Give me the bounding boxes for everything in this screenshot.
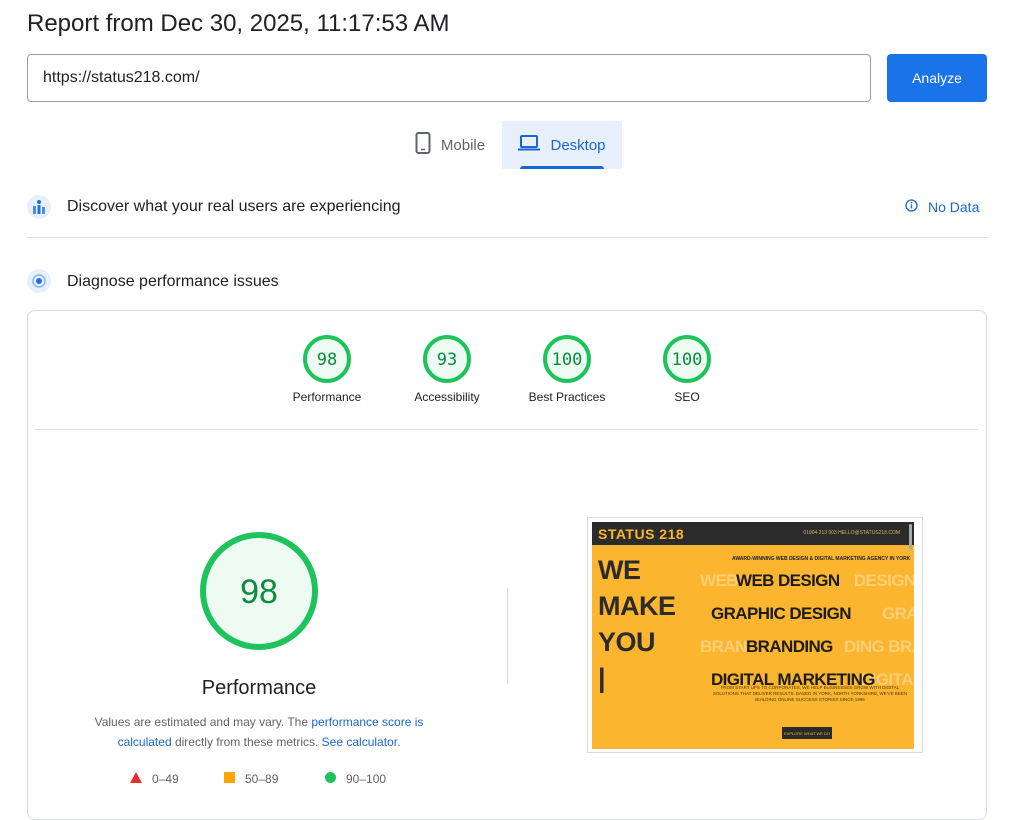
gauge-value: 100 <box>552 350 583 370</box>
gauge-seo[interactable]: 100 SEO <box>627 334 747 404</box>
diagnose-title: Diagnose performance issues <box>67 273 279 290</box>
gauges-divider <box>35 429 978 430</box>
gauge-value: 93 <box>437 350 457 370</box>
speed-target-icon <box>27 269 51 293</box>
screenshot-logo: STATUS 218 <box>598 526 685 542</box>
page-title: Report from Dec 30, 2025, 11:17:53 AM <box>27 10 450 37</box>
circle-icon <box>325 772 336 786</box>
legend-pass: 90–100 <box>325 772 386 786</box>
tab-selected-indicator <box>520 166 604 169</box>
screenshot-ghost-text: WEB <box>700 571 738 590</box>
users-chart-icon <box>27 195 51 219</box>
final-screenshot[interactable]: STATUS 218 01904 213 903 HELLO@STATUS218… <box>587 517 923 753</box>
performance-big-gauge: 98 <box>199 531 319 651</box>
no-data-link[interactable]: No Data <box>905 199 979 215</box>
screenshot-tagline: AWARD-WINNING WEB DESIGN & DIGITAL MARKE… <box>732 556 911 562</box>
vertical-divider <box>507 588 508 684</box>
no-data-label: No Data <box>928 199 980 215</box>
note-text: directly from these metrics. <box>171 735 322 749</box>
screenshot-description: FROM START UPS TO CORPORATES, WE HELP BU… <box>712 685 908 702</box>
screenshot-service: WEB DESIGN <box>736 571 840 590</box>
legend-fail: 0–49 <box>130 772 179 786</box>
gauge-label: Accessibility <box>414 390 480 404</box>
laptop-icon <box>518 135 541 155</box>
screenshot-hero-line: MAKE <box>598 591 676 621</box>
screenshot-ghost-text: DESIGN <box>854 571 914 590</box>
gauge-accessibility[interactable]: 93 Accessibility <box>387 334 507 404</box>
screenshot-service: GRAPHIC DESIGN <box>711 604 852 623</box>
screenshot-ghost-text: BRAN <box>700 637 747 656</box>
note-text: . <box>397 735 401 749</box>
smartphone-icon <box>415 132 431 158</box>
legend-range: 90–100 <box>346 772 387 786</box>
screenshot-page: STATUS 218 01904 213 903 HELLO@STATUS218… <box>592 522 914 749</box>
gauge-label: SEO <box>674 390 700 404</box>
screenshot-scrollbar <box>909 524 912 550</box>
screenshot-hero-line: WE <box>598 555 641 585</box>
screenshot-contact: 01904 213 903 HELLO@STATUS218.COM <box>803 530 900 536</box>
tab-mobile-label: Mobile <box>440 136 486 154</box>
screenshot-ghost-text: DING BRAN <box>844 637 914 656</box>
gauge-ring: 93 <box>423 335 471 383</box>
score-note: Values are estimated and may vary. The p… <box>70 712 448 752</box>
gauge-value: 100 <box>672 350 703 370</box>
big-gauge-label: Performance <box>201 677 317 699</box>
tab-mobile[interactable]: Mobile <box>400 121 500 169</box>
field-data-title: Discover what your real users are experi… <box>67 198 401 215</box>
screenshot-hero-line: | <box>598 663 606 693</box>
tab-desktop[interactable]: Desktop <box>502 121 622 169</box>
note-text: Values are estimated and may vary. The <box>94 715 312 729</box>
gauge-ring: 100 <box>663 335 711 383</box>
url-input[interactable] <box>27 54 871 102</box>
screenshot-service: BRANDING <box>746 637 833 656</box>
screenshot-ghost-text: GRAPHIC <box>882 604 914 623</box>
square-icon <box>224 772 235 786</box>
gauge-performance[interactable]: 98 Performance <box>267 334 387 404</box>
gauge-ring: 100 <box>543 335 591 383</box>
triangle-icon <box>130 772 142 786</box>
section-divider <box>27 237 987 238</box>
screenshot-cta-button: EXPLORE WHAT WE DO <box>782 727 832 739</box>
screenshot-hero-line: YOU <box>598 627 656 657</box>
tab-desktop-label: Desktop <box>550 136 606 154</box>
gauge-value: 98 <box>317 350 337 370</box>
legend-average: 50–89 <box>224 772 278 786</box>
gauge-best-practices[interactable]: 100 Best Practices <box>507 334 627 404</box>
gauge-ring: 98 <box>303 335 351 383</box>
info-icon <box>905 199 918 215</box>
see-calculator-link[interactable]: See calculator <box>322 735 397 749</box>
legend-range: 0–49 <box>152 772 179 786</box>
gauge-label: Performance <box>292 390 362 404</box>
analyze-button[interactable]: Analyze <box>887 54 987 102</box>
gauge-label: Best Practices <box>528 390 606 404</box>
big-gauge-value: 98 <box>240 573 278 611</box>
legend-range: 50–89 <box>245 772 279 786</box>
